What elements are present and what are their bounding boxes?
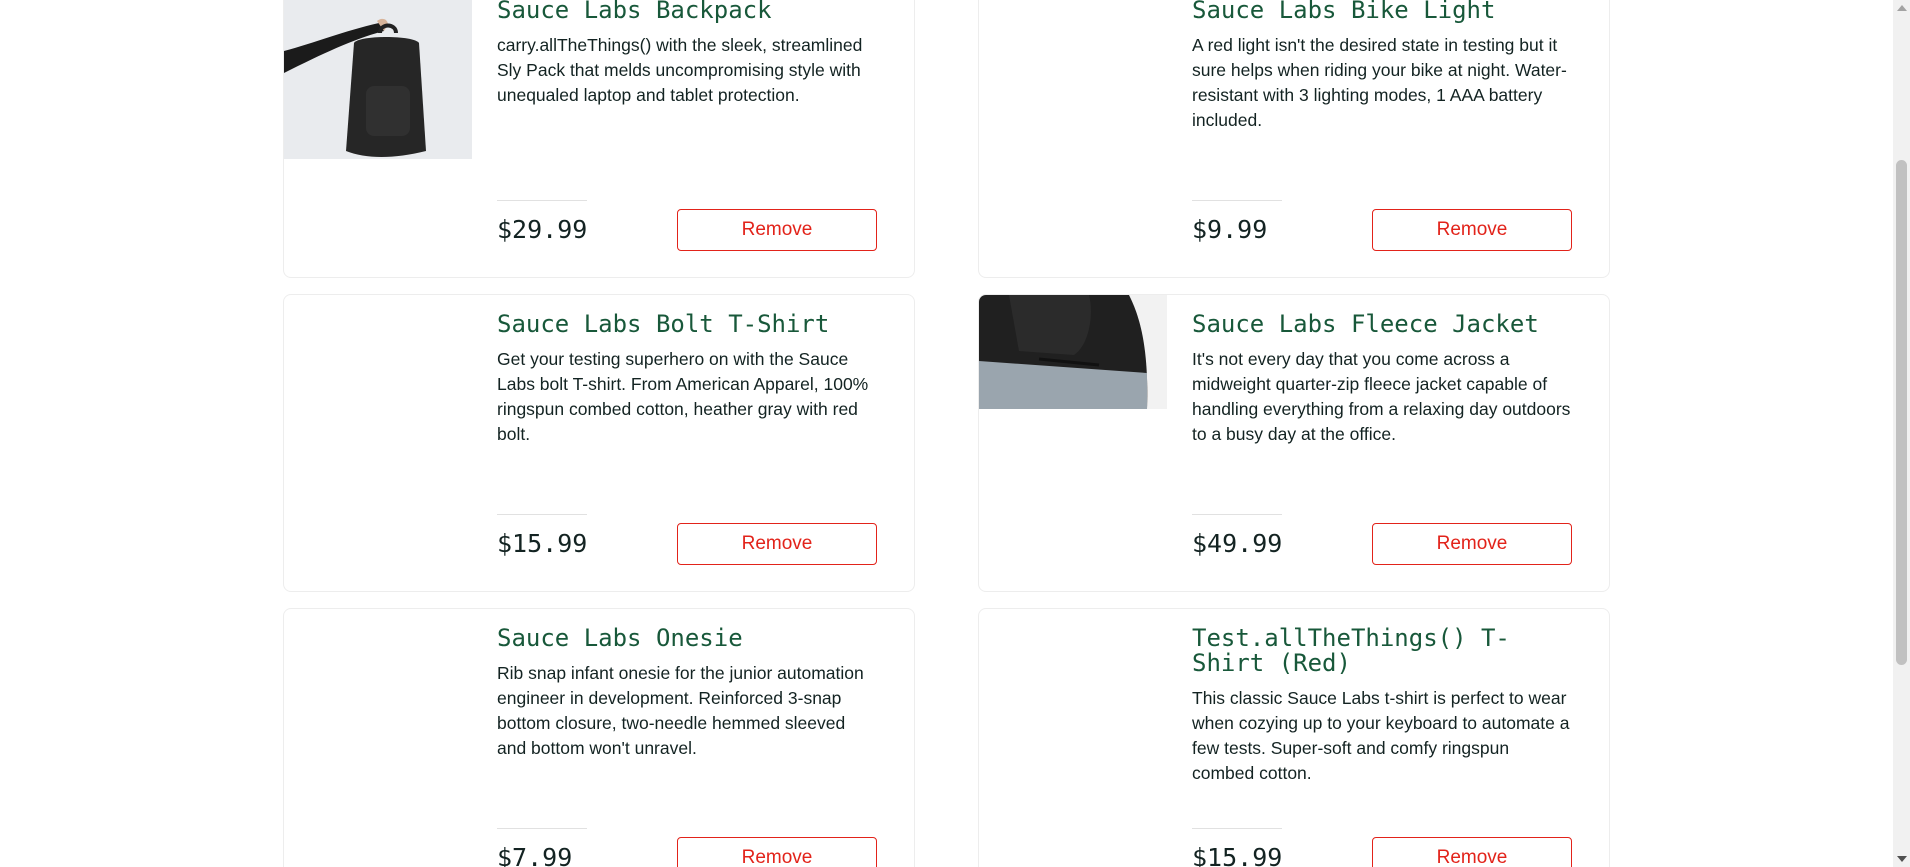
item-pricebar: $7.99 Remove xyxy=(497,828,877,867)
item-details: Sauce Labs Bike Light A red light isn't … xyxy=(1192,0,1572,133)
item-pricebar: $49.99 Remove xyxy=(1192,514,1572,567)
cart-item-card: Sauce Labs Bolt T-Shirt Get your testing… xyxy=(283,294,915,592)
product-image-red-tshirt[interactable] xyxy=(979,609,1167,787)
cart-item-card: Sauce Labs Onesie Rib snap infant onesie… xyxy=(283,608,915,867)
cart-item-card: Sauce Labs Fleece Jacket It's not every … xyxy=(978,294,1610,592)
product-image-bolt-tshirt[interactable] xyxy=(284,295,472,473)
item-description: It's not every day that you come across … xyxy=(1192,349,1571,444)
item-price: $15.99 xyxy=(497,529,588,558)
price-divider xyxy=(497,828,587,829)
cart-item-grid: Sauce Labs Backpack carry.allTheThings()… xyxy=(283,0,1610,867)
item-description: Get your testing superhero on with the S… xyxy=(497,349,869,444)
remove-button[interactable]: Remove xyxy=(1372,523,1572,565)
item-title[interactable]: Sauce Labs Bike Light xyxy=(1192,0,1572,23)
item-price: $7.99 xyxy=(497,843,573,867)
item-pricebar: $15.99 Remove xyxy=(1192,828,1572,867)
item-pricebar: $9.99 Remove xyxy=(1192,200,1572,253)
item-title[interactable]: Test.allTheThings() T-Shirt (Red) xyxy=(1192,626,1572,676)
product-image-fleece-jacket[interactable] xyxy=(979,295,1167,473)
product-image-bike-light[interactable] xyxy=(979,0,1167,159)
remove-button[interactable]: Remove xyxy=(677,837,877,867)
vertical-scrollbar[interactable] xyxy=(1893,0,1910,867)
price-divider xyxy=(497,200,587,201)
cart-item-card: Test.allTheThings() T-Shirt (Red) This c… xyxy=(978,608,1610,867)
scroll-down-arrow-icon[interactable] xyxy=(1897,856,1907,862)
item-price: $49.99 xyxy=(1192,529,1283,558)
item-details: Sauce Labs Fleece Jacket It's not every … xyxy=(1192,312,1572,447)
remove-button[interactable]: Remove xyxy=(677,523,877,565)
price-divider xyxy=(1192,200,1282,201)
item-pricebar: $15.99 Remove xyxy=(497,514,877,567)
item-price: $9.99 xyxy=(1192,215,1268,244)
item-title[interactable]: Sauce Labs Onesie xyxy=(497,626,877,651)
cart-item-card: Sauce Labs Bike Light A red light isn't … xyxy=(978,0,1610,278)
cart-item-card: Sauce Labs Backpack carry.allTheThings()… xyxy=(283,0,915,278)
remove-button[interactable]: Remove xyxy=(677,209,877,251)
price-divider xyxy=(497,514,587,515)
item-details: Sauce Labs Backpack carry.allTheThings()… xyxy=(497,0,877,108)
item-price: $29.99 xyxy=(497,215,588,244)
item-description: carry.allTheThings() with the sleek, str… xyxy=(497,35,863,105)
item-details: Sauce Labs Bolt T-Shirt Get your testing… xyxy=(497,312,877,447)
product-image-backpack[interactable] xyxy=(284,0,472,159)
item-description: Rib snap infant onesie for the junior au… xyxy=(497,663,864,758)
item-description: This classic Sauce Labs t-shirt is perfe… xyxy=(1192,688,1570,783)
remove-button[interactable]: Remove xyxy=(1372,209,1572,251)
price-divider xyxy=(1192,514,1282,515)
price-divider xyxy=(1192,828,1282,829)
remove-button[interactable]: Remove xyxy=(1372,837,1572,867)
inventory-viewport: Sauce Labs Backpack carry.allTheThings()… xyxy=(0,0,1910,867)
scrollbar-thumb[interactable] xyxy=(1896,160,1907,665)
item-price: $15.99 xyxy=(1192,843,1283,867)
item-title[interactable]: Sauce Labs Backpack xyxy=(497,0,877,23)
item-pricebar: $29.99 Remove xyxy=(497,200,877,253)
item-title[interactable]: Sauce Labs Bolt T-Shirt xyxy=(497,312,877,337)
item-description: A red light isn't the desired state in t… xyxy=(1192,35,1567,130)
product-image-onesie[interactable] xyxy=(284,609,472,787)
item-details: Test.allTheThings() T-Shirt (Red) This c… xyxy=(1192,626,1572,786)
item-title[interactable]: Sauce Labs Fleece Jacket xyxy=(1192,312,1572,337)
scroll-up-arrow-icon[interactable] xyxy=(1897,5,1907,11)
item-details: Sauce Labs Onesie Rib snap infant onesie… xyxy=(497,626,877,761)
